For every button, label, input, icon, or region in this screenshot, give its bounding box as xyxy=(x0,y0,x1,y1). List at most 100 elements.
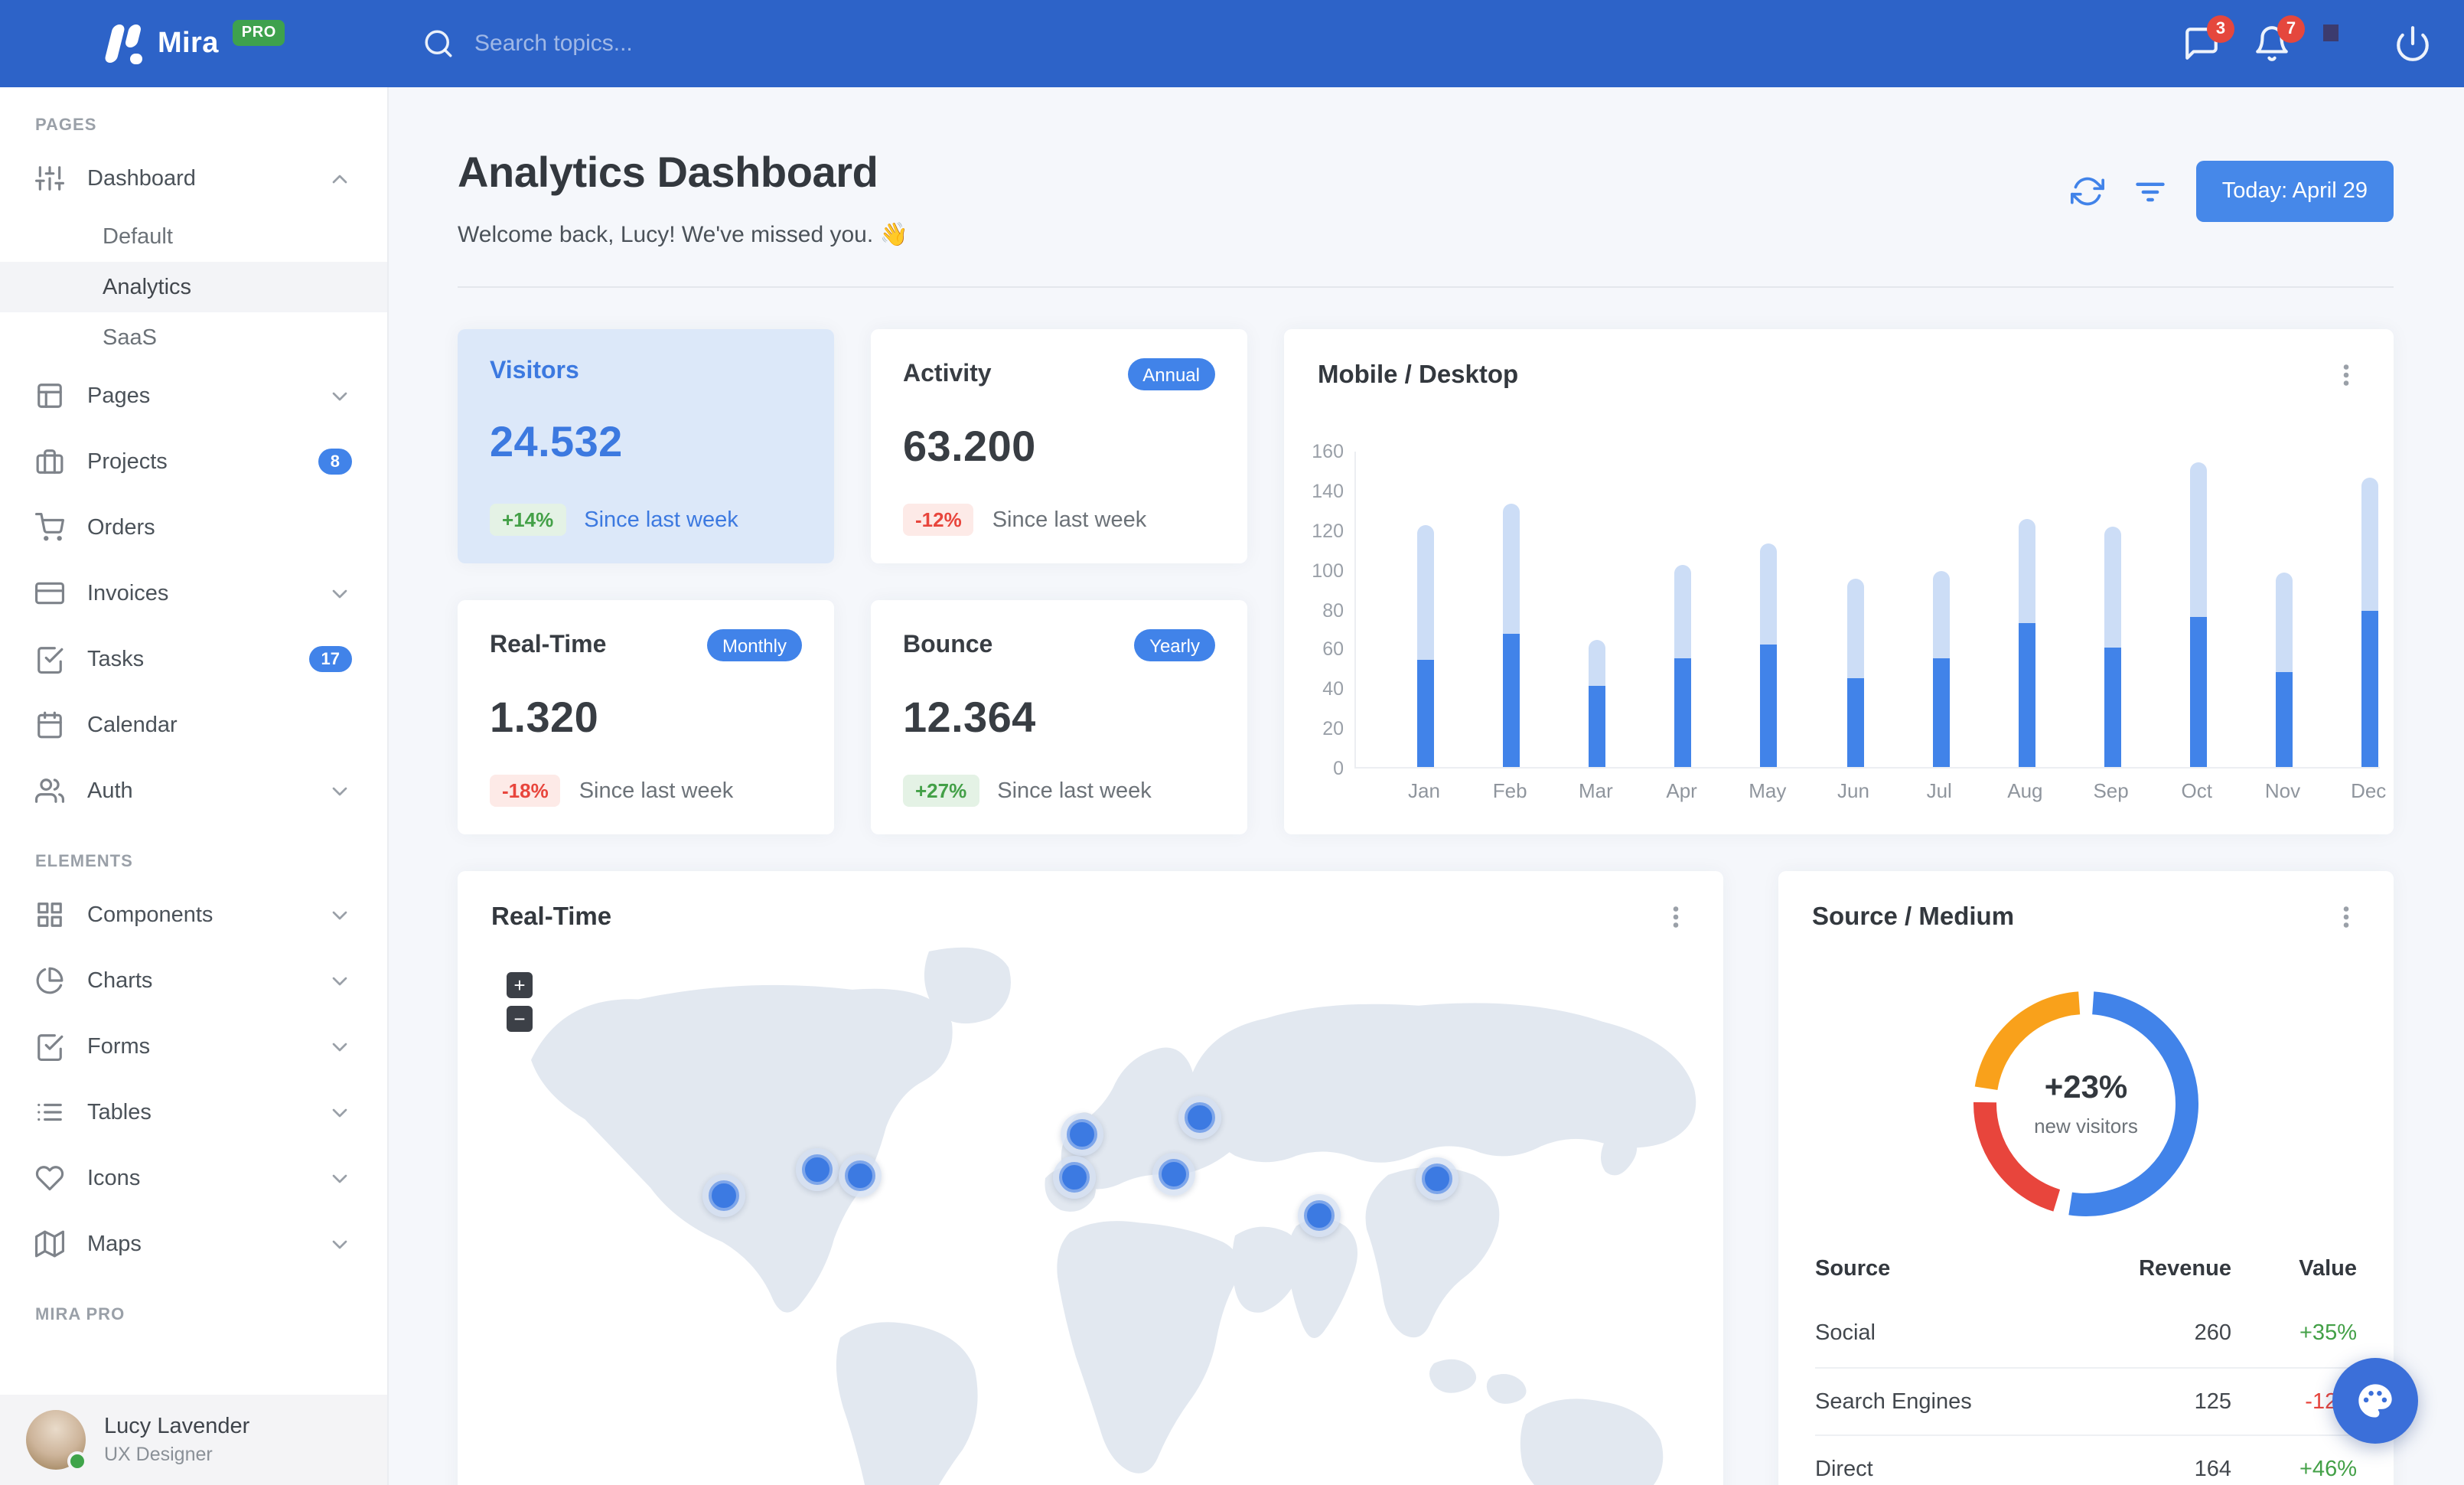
x-axis-label: May xyxy=(1749,779,1787,802)
sidebar-subitem-default[interactable]: Default xyxy=(0,211,387,262)
language-button[interactable] xyxy=(2323,24,2361,63)
theme-settings-button[interactable] xyxy=(2332,1358,2418,1444)
bar-mobile-segment xyxy=(2104,648,2121,767)
stat-card-note: Since last week xyxy=(997,778,1152,803)
date-range-button[interactable]: Today: April 29 xyxy=(2195,161,2394,222)
chevron-up-icon xyxy=(328,166,352,191)
sidebar-item-forms[interactable]: Forms xyxy=(0,1013,387,1079)
map-marker-7 xyxy=(1298,1194,1341,1237)
donut-chart: +23% new visitors xyxy=(1964,981,2208,1226)
x-axis-label: Oct xyxy=(2181,779,2213,802)
credit-card-icon xyxy=(35,579,64,608)
filter-button[interactable] xyxy=(2133,175,2167,208)
bar-mobile-segment xyxy=(2018,622,2035,767)
kebab-icon xyxy=(1673,906,1679,928)
notifications-button[interactable]: 7 xyxy=(2253,15,2305,63)
sidebar-item-maps[interactable]: Maps xyxy=(0,1211,387,1277)
sidebar-item-projects[interactable]: Projects 8 xyxy=(0,429,387,494)
card-menu-button[interactable] xyxy=(1662,903,1690,931)
sidebar-item-label: Orders xyxy=(87,515,155,540)
revenue-cell: 164 xyxy=(2194,1457,2231,1481)
stat-card-title: Activity xyxy=(903,361,992,387)
y-axis-tick: 140 xyxy=(1312,480,1344,502)
sidebar-badge: 17 xyxy=(308,646,352,672)
sidebar-item-label: Projects xyxy=(87,449,168,474)
sidebar-item-label: Maps xyxy=(87,1232,142,1256)
briefcase-icon xyxy=(35,447,64,476)
delta-badge: +27% xyxy=(903,775,979,807)
search-input[interactable] xyxy=(474,31,934,57)
sidebar-item-icons[interactable]: Icons xyxy=(0,1145,387,1211)
palette-icon xyxy=(2358,1384,2392,1418)
sidebar-item-auth[interactable]: Auth xyxy=(0,758,387,824)
bar-mobile-segment xyxy=(1760,644,1778,767)
stat-card-activity: Activity Annual 63.200 -12% Since last week xyxy=(871,329,1247,563)
y-axis-tick: 100 xyxy=(1312,560,1344,582)
chevron-down-icon xyxy=(328,383,352,408)
map-marker-8 xyxy=(1416,1157,1459,1200)
period-tag[interactable]: Yearly xyxy=(1134,629,1215,661)
refresh-button[interactable] xyxy=(2070,175,2104,208)
sidebar-item-charts[interactable]: Charts xyxy=(0,948,387,1013)
map-icon xyxy=(35,1229,64,1258)
stat-card-title: Bounce xyxy=(903,632,993,658)
bar-mobile-segment xyxy=(2189,616,2207,767)
sidebar-item-label: Calendar xyxy=(87,713,178,737)
sidebar-item-tasks[interactable]: Tasks 17 xyxy=(0,626,387,692)
stat-card-visitors: Visitors 24.532 +14% Since last week xyxy=(458,329,834,563)
page-header: Analytics Dashboard Welcome back, Lucy! … xyxy=(458,148,2394,248)
map-zoom-controls: + − xyxy=(507,972,533,1032)
sidebar-item-invoices[interactable]: Invoices xyxy=(0,560,387,626)
messages-button[interactable]: 3 xyxy=(2182,15,2234,63)
x-axis-label: Aug xyxy=(2007,779,2043,802)
refresh-icon xyxy=(2070,177,2104,206)
calendar-icon xyxy=(35,710,64,739)
stat-card-note: Since last week xyxy=(579,778,734,803)
sidebar-item-dashboard[interactable]: Dashboard xyxy=(0,145,387,211)
sidebar-item-pages[interactable]: Pages xyxy=(0,363,387,429)
chevron-down-icon xyxy=(328,778,352,803)
source-cell: Search Engines xyxy=(1815,1389,1972,1414)
sidebar-subitem-saas[interactable]: SaaS xyxy=(0,312,387,363)
period-tag[interactable]: Monthly xyxy=(706,629,802,661)
sidebar-item-calendar[interactable]: Calendar xyxy=(0,692,387,758)
map-marker-6 xyxy=(1152,1153,1195,1196)
stat-card-value: 12.364 xyxy=(903,694,1036,741)
top-row: Visitors 24.532 +14% Since last week Activit… xyxy=(458,329,2394,834)
stat-card-bounce: Bounce Yearly 12.364 +27% Since last week xyxy=(871,600,1247,834)
zoom-in-button[interactable]: + xyxy=(507,972,533,998)
signout-button[interactable] xyxy=(2394,24,2432,63)
x-axis-label: Jul xyxy=(1926,779,1952,802)
app: Mira PRO 3 7 PAGESDashboardDefaul xyxy=(0,0,2464,1485)
table-row-direct: Direct 164 +46% xyxy=(1815,1434,2357,1485)
sidebar-item-orders[interactable]: Orders xyxy=(0,494,387,560)
y-axis-tick: 120 xyxy=(1312,520,1344,542)
brand-name: Mira xyxy=(158,27,219,59)
sidebar-badge: 8 xyxy=(318,449,352,475)
x-axis-label: Mar xyxy=(1578,779,1613,802)
check-square-icon xyxy=(35,1032,64,1061)
sidebar-item-label: Invoices xyxy=(87,581,169,605)
sidebar-item-components[interactable]: Components xyxy=(0,882,387,948)
x-axis-label: Dec xyxy=(2351,779,2387,802)
sidebar-subitem-analytics[interactable]: Analytics xyxy=(0,262,387,312)
chevron-down-icon xyxy=(328,1034,352,1059)
mira-logo-icon xyxy=(98,23,147,64)
source-medium-card: Source / Medium +23% new visitors Source… xyxy=(1778,871,2394,1485)
sidebar-item-tables[interactable]: Tables xyxy=(0,1079,387,1145)
layout-icon xyxy=(35,381,64,410)
y-axis-tick: 60 xyxy=(1322,638,1344,661)
brand[interactable]: Mira PRO xyxy=(0,20,389,64)
x-axis-label: Sep xyxy=(2093,779,2129,802)
card-menu-button[interactable] xyxy=(2332,361,2360,389)
user-role: UX Designer xyxy=(104,1444,213,1465)
sidebar-item-label: Charts xyxy=(87,968,153,993)
card-menu-button[interactable] xyxy=(2332,903,2360,931)
table-row-search-engines: Search Engines 125 -12% xyxy=(1815,1367,2357,1434)
zoom-out-button[interactable]: − xyxy=(507,1006,533,1032)
sidebar-user[interactable]: Lucy Lavender UX Designer xyxy=(0,1395,387,1485)
period-tag[interactable]: Annual xyxy=(1127,358,1215,390)
navbar: Mira PRO 3 7 xyxy=(0,0,2464,87)
kebab-icon xyxy=(2343,364,2349,386)
source-cell: Direct xyxy=(1815,1457,1873,1481)
